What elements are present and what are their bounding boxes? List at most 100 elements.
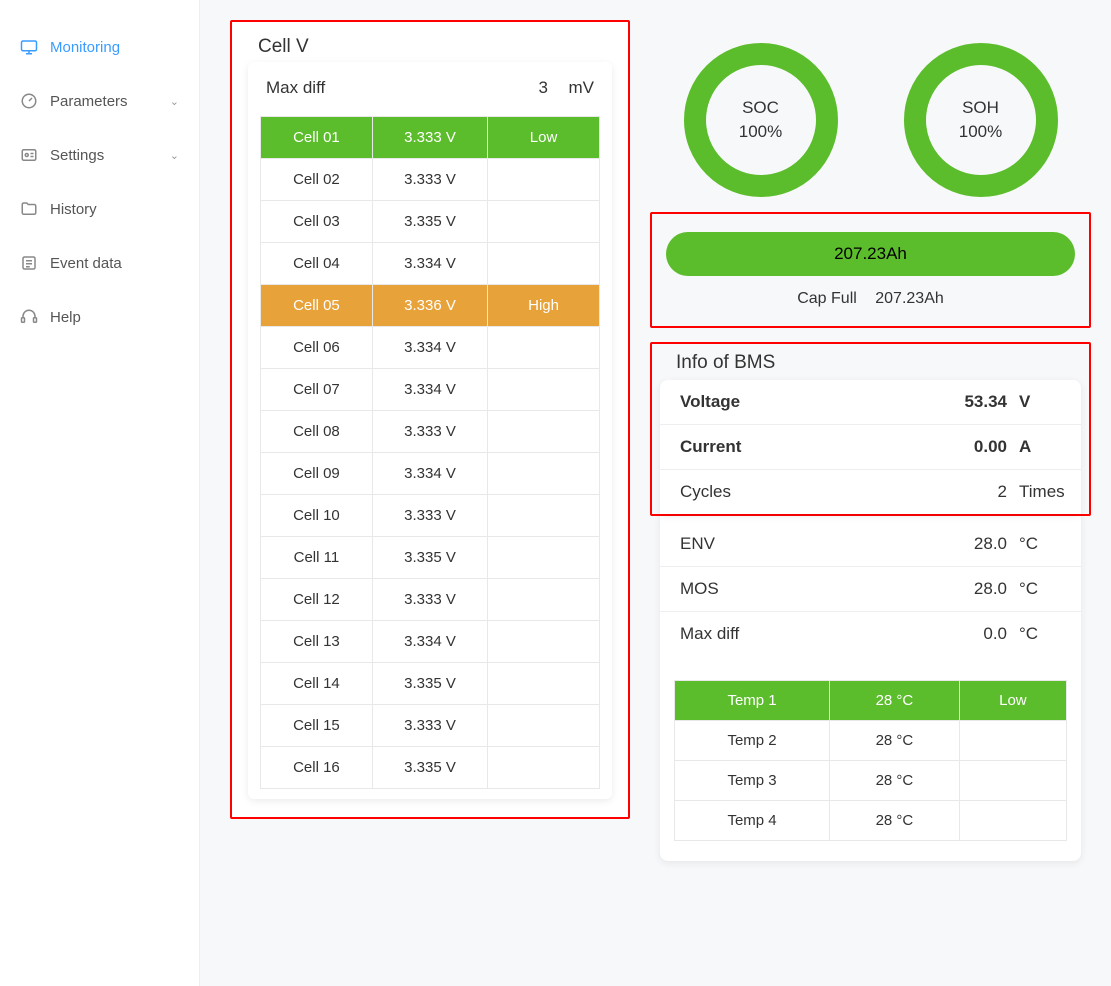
capacity-panel: 207.23Ah Cap Full 207.23Ah xyxy=(650,212,1091,328)
cell-voltage: 3.334 V xyxy=(372,327,487,369)
bms-row-unit: °C xyxy=(1007,534,1061,554)
cell-flag xyxy=(488,201,600,243)
nav-help[interactable]: Help xyxy=(0,290,199,344)
maxdiff-value: 3 xyxy=(528,78,558,98)
cell-row[interactable]: Cell 153.333 V xyxy=(261,705,600,747)
cell-voltage: 3.334 V xyxy=(372,369,487,411)
bms-row-unit: Times xyxy=(1007,482,1061,502)
cell-row[interactable]: Cell 033.335 V xyxy=(261,201,600,243)
cell-flag xyxy=(488,243,600,285)
bms-row-label: Max diff xyxy=(680,624,937,644)
cell-row[interactable]: Cell 063.334 V xyxy=(261,327,600,369)
bms-row-value: 28.0 xyxy=(937,579,1007,599)
cell-flag xyxy=(488,621,600,663)
maxdiff-unit: mV xyxy=(558,78,594,98)
nav-settings[interactable]: Settings ⌄ xyxy=(0,128,199,182)
temp-row[interactable]: Temp 228 °C xyxy=(675,721,1067,761)
temp-value: 28 °C xyxy=(830,681,960,721)
cell-voltage: 3.333 V xyxy=(372,705,487,747)
cell-row[interactable]: Cell 043.334 V xyxy=(261,243,600,285)
cell-row[interactable]: Cell 083.333 V xyxy=(261,411,600,453)
cell-name: Cell 11 xyxy=(261,537,373,579)
sidebar: Monitoring Parameters ⌄ Settings ⌄ Histo… xyxy=(0,0,200,986)
bms-row-label: Cycles xyxy=(680,482,937,502)
bms-row-label: MOS xyxy=(680,579,937,599)
bms-row-label: Voltage xyxy=(680,392,937,412)
cell-row[interactable]: Cell 133.334 V xyxy=(261,621,600,663)
cell-table: Cell 013.333 VLowCell 023.333 VCell 033.… xyxy=(260,116,600,789)
temp-row[interactable]: Temp 428 °C xyxy=(675,801,1067,841)
bms-row-unit: V xyxy=(1007,392,1061,412)
cell-voltage: 3.334 V xyxy=(372,243,487,285)
bms-row-value: 28.0 xyxy=(937,534,1007,554)
bms-row-unit: °C xyxy=(1007,624,1061,644)
cell-row[interactable]: Cell 093.334 V xyxy=(261,453,600,495)
soh-value: 100% xyxy=(959,122,1002,142)
cell-flag xyxy=(488,579,600,621)
nav-monitoring[interactable]: Monitoring xyxy=(0,20,199,74)
cell-name: Cell 14 xyxy=(261,663,373,705)
nav-label: Parameters xyxy=(50,93,128,110)
nav-event-data[interactable]: Event data xyxy=(0,236,199,290)
maxdiff-label: Max diff xyxy=(266,78,528,98)
nav-label: Settings xyxy=(50,147,104,164)
settings-icon xyxy=(20,146,38,164)
cell-name: Cell 12 xyxy=(261,579,373,621)
capacity-full-value: 207.23Ah xyxy=(875,290,944,307)
temp-name: Temp 3 xyxy=(675,761,830,801)
bms-row: Max diff0.0°C xyxy=(660,612,1081,656)
bms-row: ENV28.0°C xyxy=(660,522,1081,567)
cell-flag xyxy=(488,663,600,705)
cell-name: Cell 16 xyxy=(261,747,373,789)
temp-name: Temp 2 xyxy=(675,721,830,761)
cell-row[interactable]: Cell 073.334 V xyxy=(261,369,600,411)
nav-parameters[interactable]: Parameters ⌄ xyxy=(0,74,199,128)
soc-label: SOC xyxy=(742,98,779,118)
cell-name: Cell 13 xyxy=(261,621,373,663)
cell-voltage: 3.334 V xyxy=(372,453,487,495)
cell-name: Cell 15 xyxy=(261,705,373,747)
gauges-row: SOC 100% SOH 100% xyxy=(650,20,1091,210)
bms-title: Info of BMS xyxy=(652,352,1089,380)
temp-row[interactable]: Temp 328 °C xyxy=(675,761,1067,801)
temp-name: Temp 1 xyxy=(675,681,830,721)
cell-voltage: 3.333 V xyxy=(372,495,487,537)
temp-value: 28 °C xyxy=(830,721,960,761)
bms-row: Cycles2Times xyxy=(660,470,1081,514)
bms-row: Current0.00A xyxy=(660,425,1081,470)
bms-info-panel: Info of BMS Voltage53.34VCurrent0.00ACyc… xyxy=(650,342,1091,516)
cell-voltage: 3.333 V xyxy=(372,411,487,453)
folder-icon xyxy=(20,200,38,218)
cell-name: Cell 01 xyxy=(261,117,373,159)
cell-row[interactable]: Cell 103.333 V xyxy=(261,495,600,537)
cell-row[interactable]: Cell 113.335 V xyxy=(261,537,600,579)
temp-row[interactable]: Temp 128 °CLow xyxy=(675,681,1067,721)
nav-history[interactable]: History xyxy=(0,182,199,236)
temp-name: Temp 4 xyxy=(675,801,830,841)
cell-row[interactable]: Cell 023.333 V xyxy=(261,159,600,201)
cell-row[interactable]: Cell 053.336 VHigh xyxy=(261,285,600,327)
cell-name: Cell 08 xyxy=(261,411,373,453)
temp-flag: Low xyxy=(959,681,1066,721)
nav-label: Help xyxy=(50,309,81,326)
temp-value: 28 °C xyxy=(830,801,960,841)
capacity-full-label: Cap Full xyxy=(797,290,857,307)
chevron-down-icon: ⌄ xyxy=(170,149,179,162)
capacity-current: 207.23Ah xyxy=(666,232,1075,276)
cell-row[interactable]: Cell 143.335 V xyxy=(261,663,600,705)
cell-row[interactable]: Cell 163.335 V xyxy=(261,747,600,789)
temp-flag xyxy=(959,761,1066,801)
cell-row[interactable]: Cell 013.333 VLow xyxy=(261,117,600,159)
bms-row-value: 2 xyxy=(937,482,1007,502)
bms-row-unit: A xyxy=(1007,437,1061,457)
cell-row[interactable]: Cell 123.333 V xyxy=(261,579,600,621)
cell-flag xyxy=(488,705,600,747)
cell-flag xyxy=(488,495,600,537)
cell-voltage-card: Cell V Max diff 3 mV Cell 013.333 VLowCe… xyxy=(230,20,630,819)
temp-table: Temp 128 °CLowTemp 228 °CTemp 328 °CTemp… xyxy=(674,680,1067,841)
nav-label: History xyxy=(50,201,97,218)
cell-name: Cell 05 xyxy=(261,285,373,327)
bms-row-value: 0.00 xyxy=(937,437,1007,457)
cell-voltage: 3.335 V xyxy=(372,201,487,243)
cell-flag xyxy=(488,537,600,579)
